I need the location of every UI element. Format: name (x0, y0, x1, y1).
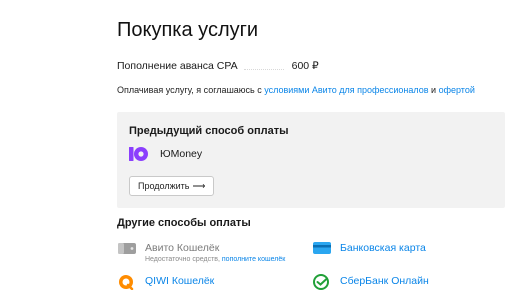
wallet-icon (117, 241, 137, 257)
agreement-joiner: и (428, 85, 439, 95)
continue-label: Продолжить (138, 181, 190, 191)
method-qiwi[interactable]: QIWI Кошелёк (117, 274, 215, 291)
yoomoney-icon (129, 147, 149, 161)
method-name: СберБанк Онлайн (340, 275, 429, 287)
service-price: 600 ₽ (291, 60, 319, 72)
method-name: Банковская карта (340, 242, 426, 254)
arrow-right-icon: ⟶ (192, 181, 206, 191)
sberbank-icon (312, 274, 332, 290)
method-note: Недостаточно средств, пополните кошелёк (145, 255, 285, 265)
agreement-text: Оплачивая услугу, я соглашаюсь с условия… (117, 84, 475, 96)
method-sberbank[interactable]: СберБанк Онлайн (312, 274, 429, 290)
other-methods-title: Другие способы оплаты (117, 217, 251, 229)
bank-card-icon (312, 241, 332, 257)
qiwi-icon (117, 274, 137, 291)
service-name: Пополнение аванса CPA (117, 60, 238, 72)
method-note-text: Недостаточно средств, (145, 256, 222, 263)
terms-link[interactable]: условиями Авито для профессионалов (264, 85, 428, 95)
method-avito-wallet[interactable]: Авито Кошелёк Недостаточно средств, попо… (117, 241, 285, 265)
top-up-wallet-link[interactable]: пополните кошелёк (222, 256, 285, 263)
method-bank-card[interactable]: Банковская карта (312, 241, 426, 257)
leader-dots (243, 68, 284, 70)
previous-method-title: Предыдущий способ оплаты (129, 125, 289, 137)
continue-button[interactable]: Продолжить ⟶ (129, 176, 215, 196)
offer-link[interactable]: офертой (439, 85, 475, 95)
method-name: Авито Кошелёк (145, 242, 220, 254)
previous-method-row: ЮMoney (129, 147, 202, 161)
page-title: Покупка услуги (117, 19, 259, 41)
method-name: QIWI Кошелёк (145, 275, 215, 287)
previous-method-card: Предыдущий способ оплаты ЮMoney Продолжи… (117, 112, 505, 208)
agreement-prefix: Оплачивая услугу, я соглашаюсь с (117, 85, 265, 95)
previous-method-name: ЮMoney (160, 148, 203, 160)
order-line-item: Пополнение аванса CPA 600 ₽ (117, 59, 319, 73)
